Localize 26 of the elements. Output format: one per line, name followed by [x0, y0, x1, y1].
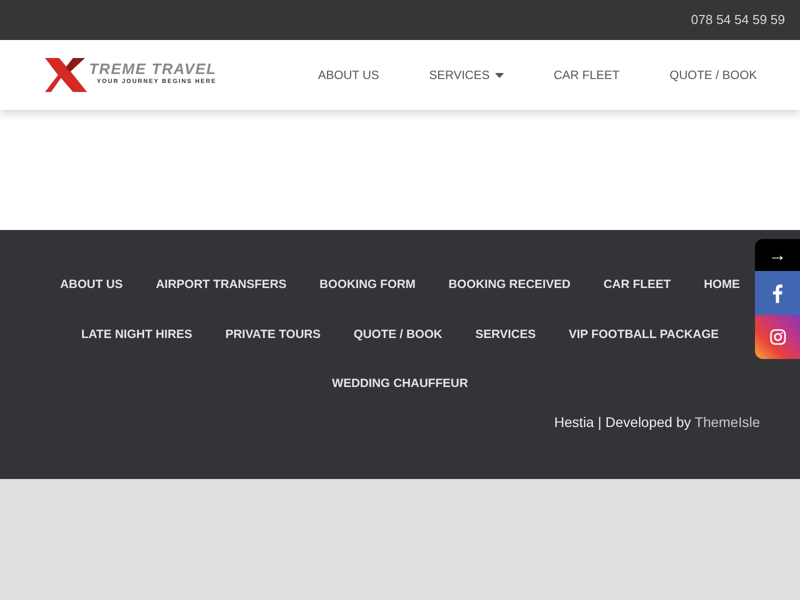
instagram-icon	[770, 329, 786, 345]
footer-link[interactable]: BOOKING FORM	[319, 277, 416, 308]
footer-link[interactable]: PRIVATE TOURS	[225, 326, 321, 358]
nav-link[interactable]: CAR FLEET	[528, 66, 645, 84]
instagram-button[interactable]	[755, 315, 800, 359]
footer-link[interactable]: CAR FLEET	[604, 277, 671, 308]
facebook-button[interactable]	[755, 271, 800, 315]
toggle-button[interactable]: →	[755, 239, 800, 271]
credit-text: Hestia | Developed by	[554, 414, 691, 430]
caret-icon	[494, 72, 504, 78]
logo-title: TREME TRAVEL	[89, 62, 217, 78]
nav-link[interactable]: ABOUT US	[293, 66, 404, 84]
footer-link[interactable]: SERVICES	[475, 326, 536, 358]
phone-link[interactable]: 078 54 54 59 59	[691, 10, 785, 30]
footer-link[interactable]: AIRPORT TRANSFERS	[156, 277, 286, 308]
themeisle-link[interactable]: ThemeIsle	[694, 414, 760, 430]
nav-link[interactable]: QUOTE / BOOK	[644, 66, 782, 84]
footer-link[interactable]: ABOUT US	[60, 277, 123, 308]
footer-link[interactable]: HOME	[704, 277, 740, 308]
nav-link[interactable]: SERVICES	[404, 66, 529, 84]
footer-link[interactable]: LATE NIGHT HIRES	[81, 326, 192, 358]
footer-link[interactable]: QUOTE / BOOK	[354, 326, 442, 358]
footer-link[interactable]: WEDDING CHAUFFEUR	[332, 376, 468, 408]
footer-link[interactable]: BOOKING RECEIVED	[448, 277, 570, 308]
footer-link[interactable]: VIP FOOTBALL PACKAGE	[568, 326, 719, 358]
facebook-icon	[772, 284, 783, 302]
